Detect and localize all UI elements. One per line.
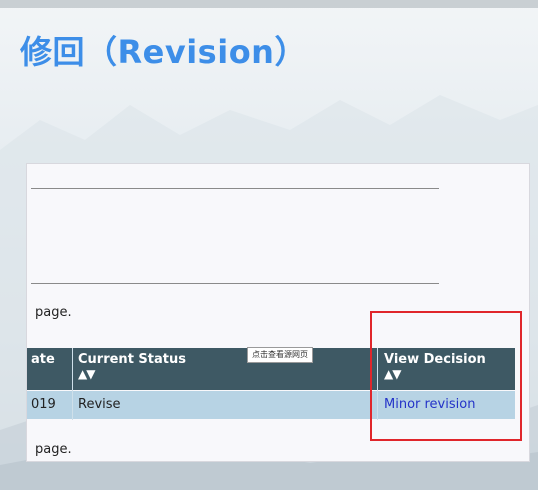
divider-bottom bbox=[31, 283, 439, 284]
sort-arrows-icon[interactable]: ▲▼ bbox=[78, 368, 186, 381]
divider-top bbox=[31, 188, 439, 189]
column-header-date[interactable]: ate bbox=[31, 352, 55, 367]
highlight-box bbox=[370, 311, 522, 441]
cell-status: Revise bbox=[78, 397, 121, 412]
slide-title: 修回（Revision） bbox=[20, 33, 307, 71]
column-header-current-status[interactable]: Current Status ▲▼ bbox=[78, 352, 186, 381]
page-text-top: page. bbox=[35, 305, 72, 320]
cell-date: 019 bbox=[31, 397, 56, 412]
page-text-bottom: page. bbox=[35, 442, 72, 457]
column-header-label: Current Status bbox=[78, 352, 186, 367]
column-divider bbox=[72, 348, 73, 420]
view-source-tooltip: 点击查看源网页 bbox=[247, 347, 313, 363]
